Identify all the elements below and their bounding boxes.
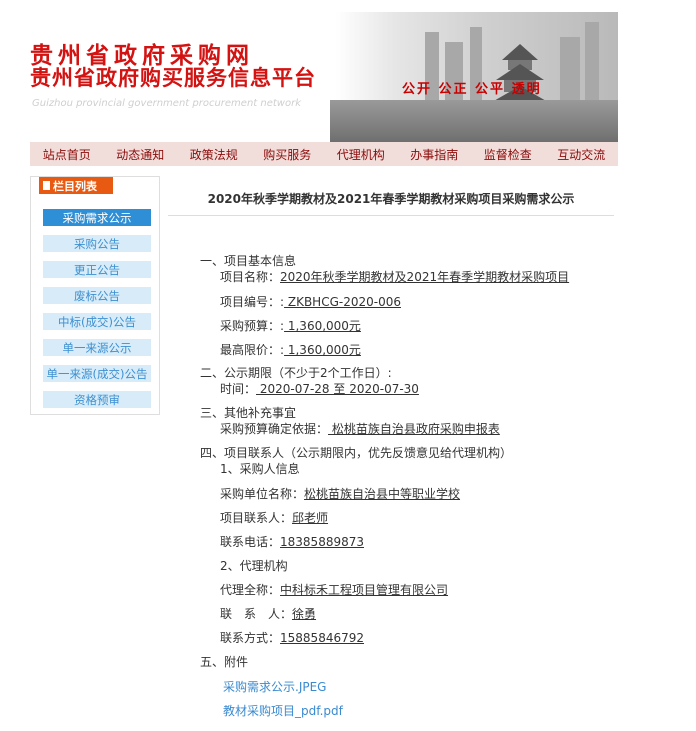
sidebar-item-correction-notice[interactable]: 更正公告 [43, 261, 151, 278]
buyer-value: 松桃苗族自治县中等职业学校 [304, 487, 461, 501]
main-nav: 站点首页 动态通知 政策法规 购买服务 代理机构 办事指南 监督检查 互动交流 [30, 142, 618, 166]
site-title-english: Guizhou provincial government procuremen… [32, 98, 301, 109]
document-icon [43, 181, 50, 190]
project-name-value: 2020年秋季学期教材及2021年春季学期教材采购项目 [280, 270, 570, 284]
attachment-link[interactable]: 教材采购项目_pdf.pdf [223, 702, 343, 719]
phone-row: 联系电话：18385889873 [220, 533, 364, 550]
site-motto: 公开 公正 公平 透明 [402, 82, 542, 97]
site-subtitle: 贵州省政府购买服务信息平台 [30, 66, 316, 90]
title-divider [168, 215, 614, 216]
budget-value: 1,360,000元 [284, 319, 361, 333]
budget-basis-value: 松桃苗族自治县政府采购申报表 [328, 422, 500, 436]
contact-value: 邱老师 [292, 511, 329, 525]
section-basic-info: 一、项目基本信息 [200, 254, 297, 268]
max-price-row: 最高限价：: 1,360,000元 [220, 341, 361, 358]
sidebar-item-abandoned-bid[interactable]: 废标公告 [43, 287, 151, 304]
sidebar: 栏目列表 采购需求公示 采购公告 更正公告 废标公告 中标(成交)公告 单一来源… [30, 176, 160, 415]
agency-value: 中科标禾工程项目管理有限公司 [280, 583, 449, 597]
budget-basis-label: 采购预算确定依据： [220, 422, 329, 436]
sidebar-heading: 栏目列表 [39, 177, 113, 194]
section-notice-period: 二、公示期限（不少于2个工作日）: [200, 366, 392, 380]
time-label: 时间： [220, 382, 257, 396]
banner-building [560, 37, 580, 102]
nav-interaction[interactable]: 互动交流 [557, 146, 605, 163]
time-value: 2020-07-28 至 2020-07-30 [256, 382, 419, 396]
agency-contact-value: 徐勇 [292, 607, 317, 621]
section-contacts: 四、项目联系人（公示期限内，优先反馈意见给代理机构） [200, 446, 513, 460]
nav-home[interactable]: 站点首页 [43, 146, 91, 163]
contact-label: 项目联系人： [220, 511, 293, 525]
sidebar-item-award-notice[interactable]: 中标(成交)公告 [43, 313, 151, 330]
max-price-label: 最高限价：: [220, 343, 285, 357]
attachment-link[interactable]: 采购需求公示.JPEG [223, 678, 326, 695]
agency-phone-label: 联系方式： [220, 631, 281, 645]
agency-contact-row: 联 系 人：徐勇 [220, 605, 316, 622]
sidebar-heading-label: 栏目列表 [53, 179, 97, 193]
section-attachments: 五、附件 [200, 655, 249, 669]
sidebar-item-single-source-award[interactable]: 单一来源(成交)公告 [43, 365, 151, 382]
agency-contact-label: 联 系 人： [220, 607, 293, 621]
agency-phone-row: 联系方式：15885846792 [220, 629, 364, 646]
site-banner: 贵州省政府采购网 贵州省政府购买服务信息平台 Guizhou provincia… [30, 12, 618, 142]
nav-supervision[interactable]: 监督检查 [484, 146, 532, 163]
banner-water [330, 100, 618, 142]
max-price-value: 1,360,000元 [284, 343, 361, 357]
section-supplementary: 三、其他补充事宜 [200, 406, 297, 420]
agency-phone-value: 15885846792 [280, 631, 364, 645]
article-title: 2020年秋季学期教材及2021年春季学期教材采购项目采购需求公示 [207, 192, 575, 206]
agency-row: 代理全称：中科标禾工程项目管理有限公司 [220, 581, 448, 598]
banner-building [585, 22, 599, 102]
nav-agencies[interactable]: 代理机构 [337, 146, 385, 163]
sidebar-item-procurement-notice[interactable]: 采购公告 [43, 235, 151, 252]
nav-policies[interactable]: 政策法规 [190, 146, 238, 163]
agency-heading: 2、代理机构 [220, 559, 288, 573]
nav-purchase-services[interactable]: 购买服务 [263, 146, 311, 163]
project-name-row: 项目名称：2020年秋季学期教材及2021年春季学期教材采购项目 [220, 268, 569, 285]
phone-value: 18385889873 [280, 535, 364, 549]
agency-label: 代理全称： [220, 583, 281, 597]
contact-row: 项目联系人：邱老师 [220, 509, 328, 526]
time-row: 时间： 2020-07-28 至 2020-07-30 [220, 380, 419, 397]
phone-label: 联系电话： [220, 535, 281, 549]
nav-guide[interactable]: 办事指南 [410, 146, 458, 163]
nav-notices[interactable]: 动态通知 [116, 146, 164, 163]
sidebar-item-prequalification[interactable]: 资格预审 [43, 391, 151, 408]
budget-row: 采购预算：: 1,360,000元 [220, 317, 361, 334]
project-name-label: 项目名称： [220, 270, 281, 284]
buyer-label: 采购单位名称： [220, 487, 305, 501]
sidebar-item-single-source[interactable]: 单一来源公示 [43, 339, 151, 356]
project-code-label: 项目编号：: [220, 295, 285, 309]
budget-label: 采购预算：: [220, 319, 285, 333]
buyer-row: 采购单位名称：松桃苗族自治县中等职业学校 [220, 485, 460, 502]
project-code-row: 项目编号：: ZKBHCG-2020-006 [220, 293, 401, 310]
buyer-info-heading: 1、采购人信息 [220, 462, 300, 476]
project-code-value: ZKBHCG-2020-006 [284, 295, 401, 309]
budget-basis-row: 采购预算确定依据： 松桃苗族自治县政府采购申报表 [220, 420, 500, 437]
sidebar-item-demand-notice[interactable]: 采购需求公示 [43, 209, 151, 226]
